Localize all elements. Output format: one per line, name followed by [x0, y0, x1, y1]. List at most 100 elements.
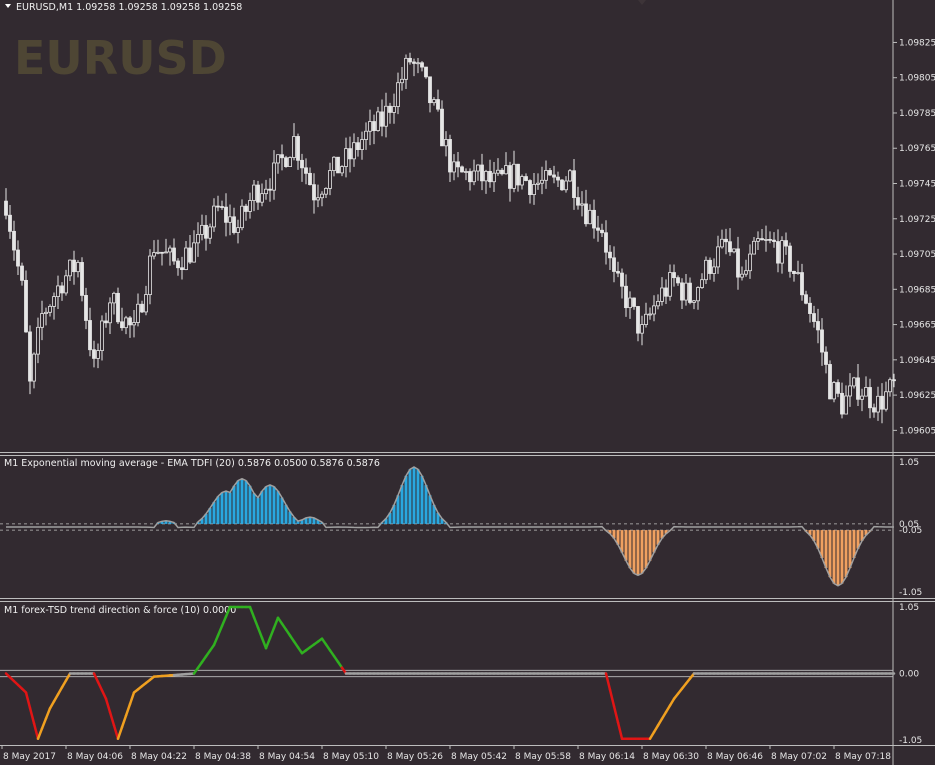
candle-body: [792, 270, 796, 274]
candle-body: [228, 216, 232, 223]
candle-body: [740, 273, 744, 278]
time-label: 8 May 06:30: [643, 752, 699, 762]
candle-body: [384, 105, 388, 127]
indicator1-scale-label: -1.05: [899, 588, 922, 598]
candle-body: [164, 251, 168, 254]
chart-background: [0, 0, 935, 765]
candle-body: [132, 322, 136, 326]
candle-body: [584, 203, 588, 225]
candle-body: [148, 255, 152, 295]
candle-body: [500, 169, 504, 175]
candle-body: [556, 176, 560, 181]
candle-body: [20, 265, 24, 281]
candle-body: [24, 279, 28, 333]
candle-body: [620, 272, 624, 287]
candle-body: [836, 382, 840, 394]
candle-body: [8, 214, 12, 232]
candle-body: [552, 174, 556, 178]
candle-body: [524, 176, 528, 181]
candle-body: [72, 259, 76, 273]
candle-body: [364, 130, 368, 140]
candle-body: [236, 227, 240, 233]
price-label: 1.09625: [899, 391, 935, 401]
candle-body: [128, 317, 132, 326]
candle-body: [352, 142, 356, 160]
candle-body: [724, 238, 728, 243]
candle-body: [432, 99, 436, 104]
candle-body: [460, 166, 464, 173]
candle-body: [528, 180, 532, 196]
candle-body: [636, 306, 640, 334]
candle-body: [232, 216, 236, 233]
candle-body: [220, 206, 224, 208]
candle-body: [80, 262, 84, 296]
candle-body: [88, 320, 92, 351]
candle-body: [356, 142, 360, 150]
candle-body: [400, 78, 404, 84]
indicator2-scale-label: 1.05: [899, 603, 919, 613]
candle-body: [844, 395, 848, 415]
candle-body: [464, 171, 468, 173]
candle-body: [692, 300, 696, 303]
indicator2-scale-label: -1.05: [899, 736, 922, 746]
candle-body: [512, 163, 516, 189]
candle-body: [708, 259, 712, 274]
candle-body: [864, 387, 868, 397]
candle-body: [808, 302, 812, 314]
candle-body: [264, 188, 268, 195]
candle-body: [176, 260, 180, 269]
candle-body: [532, 184, 536, 196]
candle-body: [492, 172, 496, 183]
indicator1-scale-label: -0.05: [899, 526, 922, 536]
candle-body: [404, 57, 408, 80]
candle-body: [448, 139, 452, 173]
candle-body: [276, 154, 280, 164]
candle-body: [424, 66, 428, 78]
symbol-watermark: EURUSD: [14, 31, 227, 85]
candle-body: [252, 184, 256, 201]
time-label: 8 May 04:22: [131, 752, 187, 762]
candle-body: [544, 170, 548, 181]
candle-body: [440, 108, 444, 147]
candle-body: [368, 121, 372, 132]
candle-body: [300, 159, 304, 169]
candle-body: [732, 248, 736, 253]
trading-chart[interactable]: EURUSD EURUSD,M1 1.09258 1.09258 1.09258…: [0, 0, 935, 765]
candle-body: [548, 170, 552, 176]
candle-body: [596, 227, 600, 231]
candle-body: [780, 240, 784, 264]
candle-body: [48, 305, 52, 313]
candle-body: [696, 287, 700, 302]
candle-body: [624, 285, 628, 309]
candle-body: [568, 170, 572, 182]
candle-body: [604, 232, 608, 253]
candle-body: [632, 297, 636, 307]
candle-body: [452, 161, 456, 173]
candle-body: [52, 296, 56, 307]
time-label: 8 May 07:02: [771, 752, 827, 762]
candle-body: [408, 57, 412, 63]
candle-body: [892, 379, 896, 382]
candle-body: [76, 262, 80, 273]
indicator2-title: M1 forex-TSD trend direction & force (10…: [4, 605, 236, 616]
candle-body: [832, 382, 836, 400]
candle-body: [168, 247, 172, 253]
time-label: 8 May 05:58: [515, 752, 571, 762]
candle-body: [248, 200, 252, 212]
candle-body: [824, 351, 828, 365]
candle-body: [884, 391, 888, 410]
candle-body: [560, 179, 564, 191]
candle-body: [64, 275, 68, 294]
candle-body: [872, 407, 876, 413]
candle-body: [540, 179, 544, 184]
candle-body: [188, 247, 192, 263]
candle-body: [660, 287, 664, 302]
candle-body: [520, 176, 524, 186]
candle-body: [748, 253, 752, 272]
candle-body: [592, 209, 596, 229]
candle-body: [416, 62, 420, 65]
candle-body: [44, 311, 48, 314]
candle-body: [672, 272, 676, 279]
time-label: 8 May 05:26: [387, 752, 443, 762]
candle-body: [484, 170, 488, 182]
